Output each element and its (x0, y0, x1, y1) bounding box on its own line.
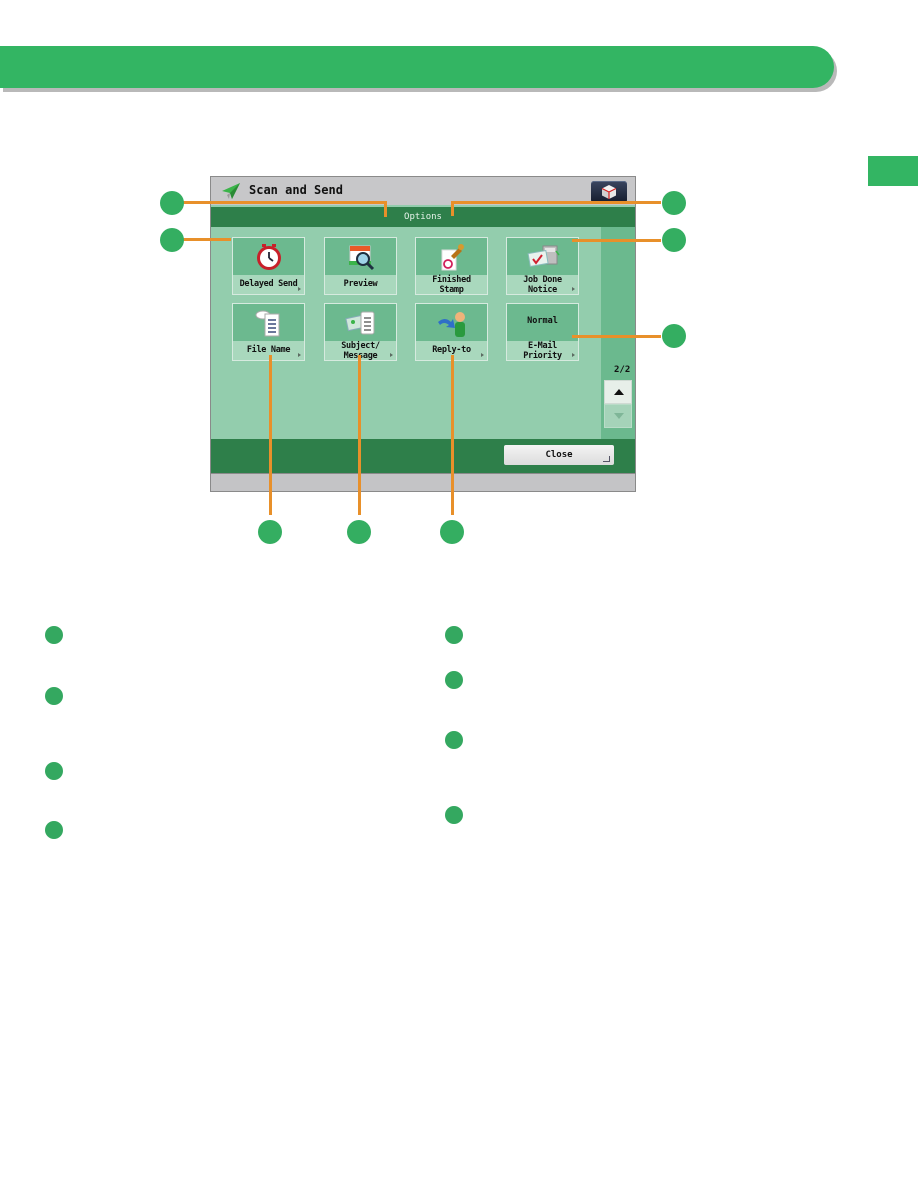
tile-label: Delayed Send (239, 279, 298, 289)
tile-label-line1: E-Mail (528, 341, 557, 351)
tile-label-line2: Priority (523, 351, 562, 361)
leader-line-preview (183, 201, 386, 204)
callout-marker (662, 191, 686, 215)
cube-menu-icon (601, 185, 617, 199)
tile-label-line2: Notice (528, 285, 557, 295)
description-bullet (445, 626, 463, 644)
subject-message-icon (344, 311, 374, 335)
device-screen: Scan and Send Options Delayed Send Previ… (210, 176, 636, 492)
leader-line-job-done-notice (572, 239, 661, 242)
callout-marker (347, 520, 371, 544)
callout-marker (160, 228, 184, 252)
reply-to-icon (437, 312, 465, 337)
callout-marker (258, 520, 282, 544)
callout-marker (662, 324, 686, 348)
page-indicator: 2/2 (614, 365, 631, 375)
submenu-arrow-icon (572, 353, 575, 357)
submenu-arrow-icon (298, 287, 301, 291)
tile-label: Preview (343, 279, 378, 289)
description-bullet (45, 687, 63, 705)
description-bullet (45, 626, 63, 644)
app-title: Scan and Send (249, 183, 343, 197)
preview-button[interactable]: Preview (324, 237, 397, 295)
tile-label-line1: Job Done (523, 275, 562, 285)
submenu-arrow-icon (390, 353, 393, 357)
callout-marker (662, 228, 686, 252)
description-bullet (445, 806, 463, 824)
tile-label-line2: Stamp (439, 285, 464, 295)
callout-marker (160, 191, 184, 215)
leader-line-email-priority (572, 335, 661, 338)
leader-line-finished-stamp-drop (451, 201, 454, 216)
preview-magnifier-icon (348, 245, 374, 271)
scroll-down-button[interactable] (604, 404, 632, 428)
reply-to-button[interactable]: Reply-to (415, 303, 488, 361)
description-bullet (445, 671, 463, 689)
leader-line-preview-drop (384, 201, 387, 217)
submenu-arrow-icon (481, 353, 484, 357)
description-bullet (45, 762, 63, 780)
tile-label-line1: Subject/ (341, 341, 380, 351)
menu-button[interactable] (591, 181, 627, 203)
leader-line-finished-stamp (451, 201, 661, 204)
tile-label: File Name (246, 345, 291, 355)
job-done-notice-button[interactable]: Job Done Notice (506, 237, 579, 295)
notice-mail-icon (527, 245, 560, 268)
leader-line-delayed-send (183, 238, 231, 241)
callout-marker (440, 520, 464, 544)
description-bullet (45, 821, 63, 839)
paper-plane-icon (222, 183, 240, 199)
leader-line-subject-message (358, 355, 361, 515)
chapter-header-bar (0, 46, 834, 88)
options-header: Options (211, 207, 635, 227)
description-bullet (445, 731, 463, 749)
delayed-send-button[interactable]: Delayed Send (232, 237, 305, 295)
tile-label-line1: Finished (432, 275, 471, 285)
finished-stamp-button[interactable]: Finished Stamp (415, 237, 488, 295)
chapter-side-tab (868, 156, 918, 186)
email-priority-button[interactable]: Normal E-Mail Priority (506, 303, 579, 361)
return-icon (603, 456, 610, 462)
close-label: Close (545, 450, 573, 460)
close-button[interactable]: Close (504, 445, 614, 465)
tile-label: Reply-to (432, 345, 471, 355)
stamp-icon (441, 244, 464, 271)
subject-message-button[interactable]: Subject/ Message (324, 303, 397, 361)
submenu-arrow-icon (572, 287, 575, 291)
submenu-arrow-icon (298, 353, 301, 357)
leader-line-file-name (269, 355, 272, 515)
scroll-up-button[interactable] (604, 380, 632, 404)
leader-line-reply-to (451, 355, 454, 515)
clock-icon (256, 244, 281, 270)
file-name-icon (255, 310, 279, 337)
file-name-button[interactable]: File Name (232, 303, 305, 361)
email-priority-value: Normal (527, 316, 558, 326)
status-bar (211, 473, 635, 491)
